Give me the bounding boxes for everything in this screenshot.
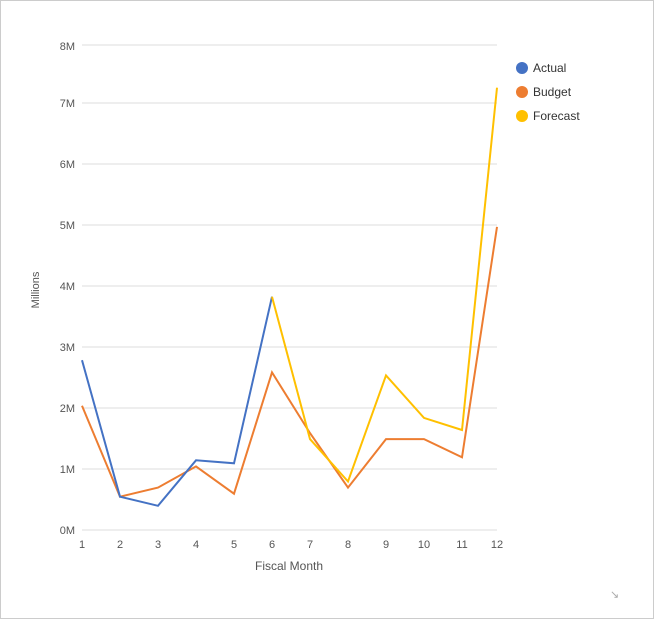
- svg-text:8M: 8M: [60, 41, 75, 53]
- forecast-legend-dot: [516, 110, 528, 122]
- svg-text:12: 12: [491, 539, 503, 551]
- svg-text:Fiscal Month: Fiscal Month: [255, 559, 323, 573]
- svg-text:0M: 0M: [60, 525, 75, 537]
- chart-container: 0M 1M 2M 3M 4M 5M 6M 7M 8M Millions 1 2 …: [0, 0, 654, 619]
- forecast-line: [272, 87, 497, 481]
- svg-text:8: 8: [345, 539, 351, 551]
- svg-text:Millions: Millions: [30, 271, 42, 308]
- svg-text:↘: ↘: [610, 589, 619, 600]
- svg-text:3: 3: [155, 539, 161, 551]
- actual-legend-dot: [516, 62, 528, 74]
- svg-text:11: 11: [456, 539, 467, 551]
- svg-text:6: 6: [269, 539, 275, 551]
- svg-text:7M: 7M: [60, 98, 75, 110]
- main-chart: 0M 1M 2M 3M 4M 5M 6M 7M 8M Millions 1 2 …: [27, 20, 627, 600]
- chart-area: 0M 1M 2M 3M 4M 5M 6M 7M 8M Millions 1 2 …: [27, 20, 627, 600]
- svg-text:4: 4: [193, 539, 199, 551]
- svg-text:7: 7: [307, 539, 313, 551]
- svg-text:9: 9: [383, 539, 389, 551]
- forecast-legend-label: Forecast: [533, 109, 580, 123]
- svg-text:2: 2: [117, 539, 123, 551]
- svg-text:5M: 5M: [60, 220, 75, 232]
- svg-text:5: 5: [231, 539, 237, 551]
- svg-text:4M: 4M: [60, 281, 75, 293]
- svg-text:10: 10: [418, 539, 430, 551]
- svg-text:2M: 2M: [60, 403, 75, 415]
- svg-text:3M: 3M: [60, 342, 75, 354]
- svg-text:6M: 6M: [60, 159, 75, 171]
- svg-text:1M: 1M: [60, 464, 75, 476]
- budget-legend-dot: [516, 86, 528, 98]
- svg-text:1: 1: [79, 539, 85, 551]
- budget-legend-label: Budget: [533, 85, 572, 99]
- actual-legend-label: Actual: [533, 61, 566, 75]
